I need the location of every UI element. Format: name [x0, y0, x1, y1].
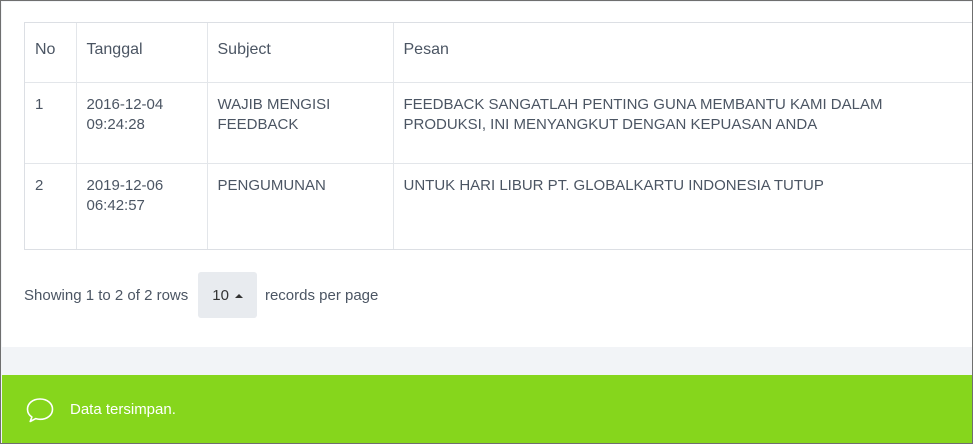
pagination-summary: Showing 1 to 2 of 2 rows	[24, 286, 189, 304]
cell-subject-line: WAJIB MENGISI	[217, 96, 331, 113]
column-header-tanggal[interactable]: Tanggal	[76, 23, 208, 83]
cell-tanggal: 2019-12-06 06:42:57	[76, 163, 208, 249]
pagination-bar: Showing 1 to 2 of 2 rows 10 records per …	[24, 272, 378, 318]
cell-pesan: UNTUK HARI LIBUR PT. GLOBALKARTU INDONES…	[393, 163, 972, 249]
table-header-row: No Tanggal Subject Pesan	[25, 23, 972, 83]
success-toast[interactable]: Data tersimpan.	[2, 375, 972, 443]
caret-up-icon	[234, 293, 243, 298]
cell-time: 09:24:28	[86, 116, 145, 133]
column-header-subject[interactable]: Subject	[207, 23, 394, 83]
table-row[interactable]: 1 2016-12-04 09:24:28 WAJIB MENGISI FEED…	[25, 82, 972, 164]
pagination-suffix: records per page	[264, 286, 379, 304]
cell-date: 2019-12-06	[86, 177, 164, 194]
content-panel: No Tanggal Subject Pesan 1 2016-12-04 09…	[2, 2, 972, 347]
cell-subject-line: PENGUMUNAN	[217, 177, 326, 194]
app-frame: No Tanggal Subject Pesan 1 2016-12-04 09…	[0, 0, 973, 444]
page-size-value: 10	[212, 286, 229, 304]
table-row[interactable]: 2 2019-12-06 06:42:57 PENGUMUNAN UNTUK H…	[25, 163, 972, 249]
cell-subject-line: FEEDBACK	[217, 116, 299, 133]
page-size-dropdown[interactable]: 10	[198, 272, 257, 318]
cell-date: 2016-12-04	[86, 96, 164, 113]
cell-no: 1	[25, 82, 77, 164]
cell-time: 06:42:57	[86, 197, 145, 214]
cell-tanggal: 2016-12-04 09:24:28	[76, 82, 208, 164]
cell-pesan: FEEDBACK SANGATLAH PENTING GUNA MEMBANTU…	[393, 82, 972, 164]
cell-message-line: PRODUKSI, INI MENYANGKUT DENGAN KEPUASAN…	[403, 116, 818, 133]
cell-message-line: FEEDBACK SANGATLAH PENTING GUNA MEMBANTU…	[403, 96, 883, 113]
cell-subject: PENGUMUNAN	[207, 163, 394, 249]
toast-message: Data tersimpan.	[70, 401, 176, 418]
column-header-no[interactable]: No	[25, 23, 77, 83]
cell-message-line: UNTUK HARI LIBUR PT. GLOBALKARTU INDONES…	[403, 177, 824, 194]
message-table-container: No Tanggal Subject Pesan 1 2016-12-04 09…	[24, 22, 972, 250]
cell-no: 2	[25, 163, 77, 249]
message-table: No Tanggal Subject Pesan 1 2016-12-04 09…	[25, 23, 972, 249]
column-header-pesan[interactable]: Pesan	[393, 23, 972, 83]
speech-bubble-icon	[24, 394, 56, 426]
cell-subject: WAJIB MENGISI FEEDBACK	[207, 82, 394, 164]
